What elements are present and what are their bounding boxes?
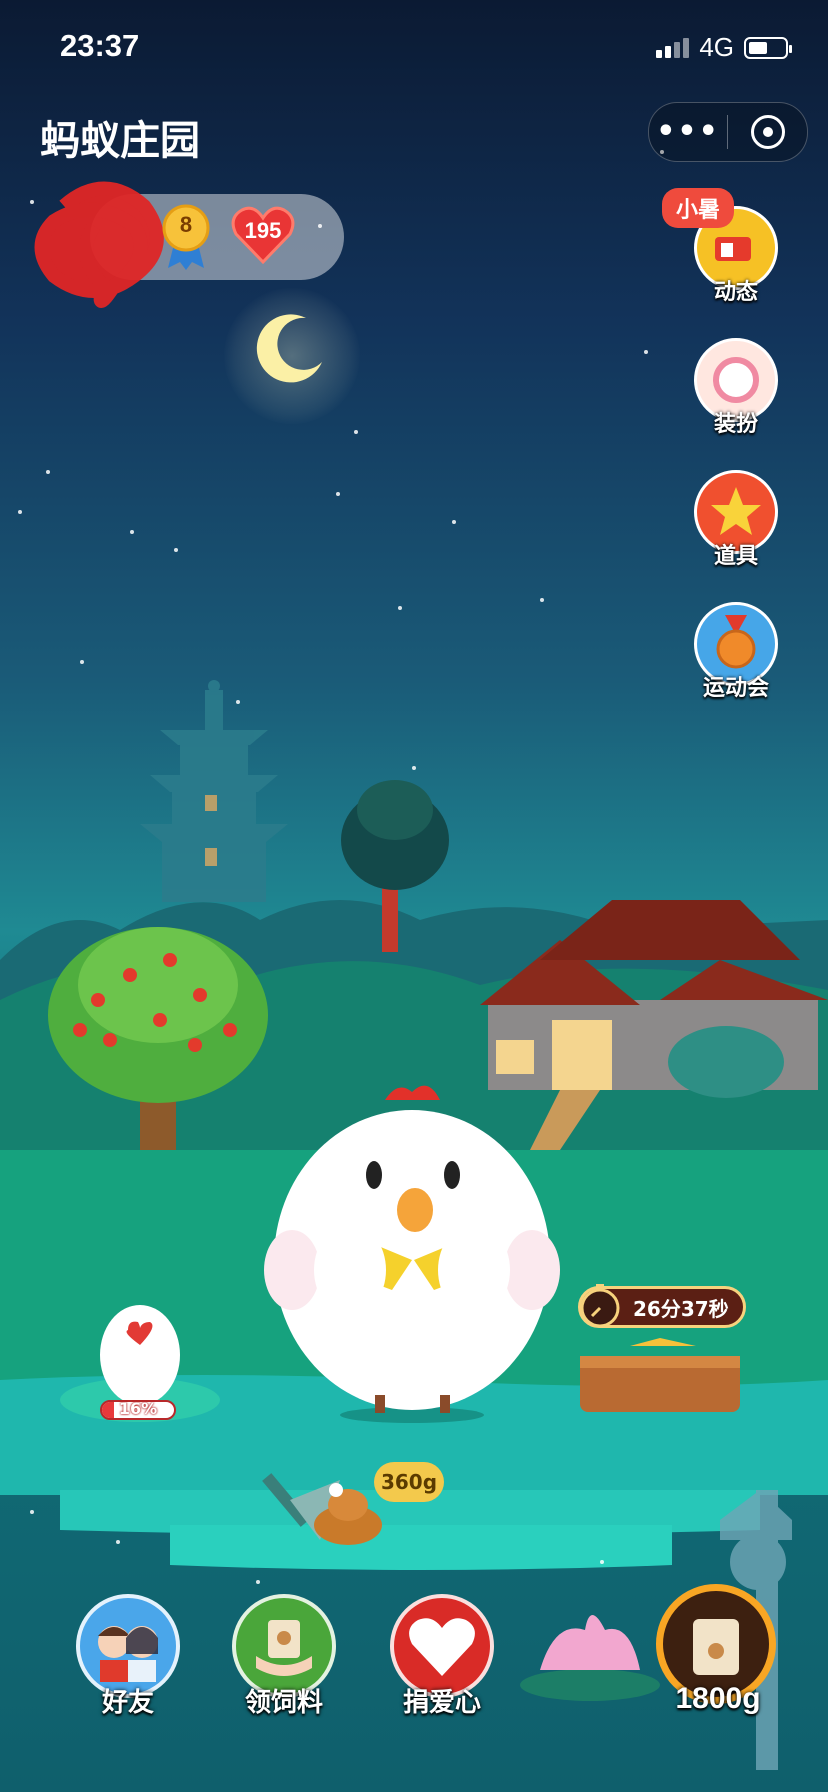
dynamics-tag: 小暑 xyxy=(662,188,735,228)
status-indicators: 4G xyxy=(656,32,792,63)
level-number: 8 xyxy=(179,212,193,237)
love-heart-count: 195 xyxy=(244,218,282,243)
bottom-item-label: 捐爱心 xyxy=(402,1688,481,1718)
signal-icon xyxy=(656,37,690,58)
moon-icon xyxy=(256,314,322,383)
egg-progress-text: 16% xyxy=(118,1399,158,1418)
stopwatch-icon xyxy=(580,1284,620,1328)
page-title: 蚂蚁庄园 xyxy=(40,118,200,164)
bottom-item-label: 领饲料 xyxy=(244,1688,323,1718)
heart-icon xyxy=(409,1618,475,1676)
pagoda-silhouette xyxy=(140,680,288,902)
avatar[interactable] xyxy=(34,176,164,326)
friends-icon xyxy=(98,1626,158,1682)
close-button[interactable] xyxy=(728,115,807,149)
side-item-label: 运动会 xyxy=(702,676,769,701)
close-mini-program-icon xyxy=(750,115,785,149)
feed-bag-hand-icon xyxy=(256,1620,312,1676)
feed-timer-text: 26分37秒 xyxy=(633,1296,729,1321)
battery-icon xyxy=(744,36,792,59)
network-type: 4G xyxy=(699,32,734,62)
side-item-label: 动态 xyxy=(713,280,758,305)
status-time: 23:37 xyxy=(60,28,140,63)
side-item-label: 道具 xyxy=(713,544,758,569)
side-item-label: 装扮 xyxy=(713,412,758,437)
more-icon[interactable]: ••• xyxy=(649,103,727,161)
mini-program-capsule: ••• xyxy=(648,102,808,162)
droppings-weight-bubble[interactable]: 360g xyxy=(374,1462,444,1502)
food-amount: 1800g xyxy=(675,1682,761,1715)
bottom-item-label: 好友 xyxy=(101,1688,154,1718)
lotus-decoration xyxy=(520,1615,660,1701)
